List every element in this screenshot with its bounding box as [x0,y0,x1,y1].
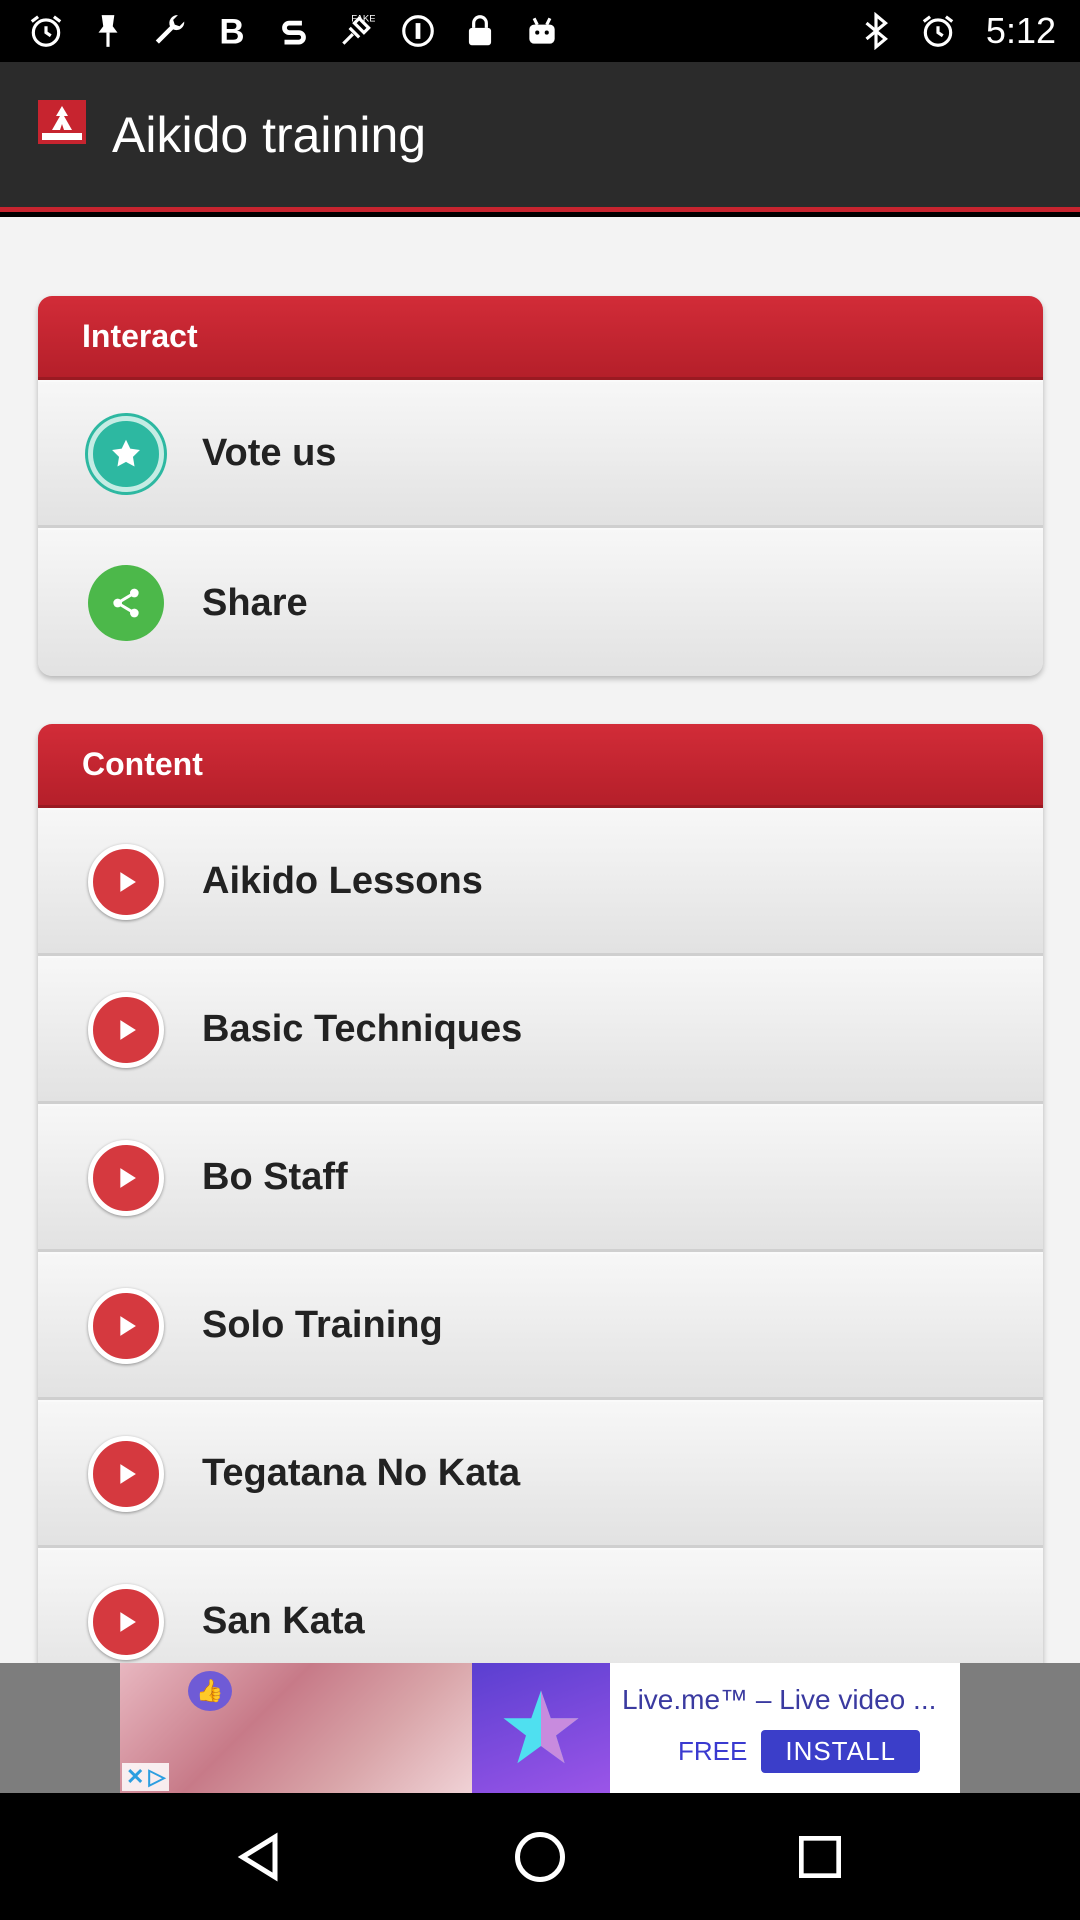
pin-icon [86,9,130,53]
list-item-bo-staff[interactable]: Bo Staff [38,1104,1043,1252]
list-item-label: Basic Techniques [202,1008,523,1050]
play-icon [88,843,164,920]
bold-icon: B [210,9,254,53]
list-item-label: Aikido Lessons [202,860,483,902]
status-bar: B FAKE 5:12 [0,0,1080,62]
alarm-icon [916,9,960,53]
list-item-aikido-lessons[interactable]: Aikido Lessons [38,808,1043,956]
status-time: 5:12 [985,10,1056,51]
ad-banner-bar: 👍 ✕ ▷ Live.me™ – Live video ... FREE INS… [0,1663,1080,1793]
recents-button[interactable] [775,1812,865,1902]
app-bar: Aikido training [0,62,1080,212]
share-label: Share [202,581,308,624]
list-item-label: Bo Staff [202,1156,348,1198]
main-content[interactable]: Interact Vote us Share Content Aikido Le… [0,217,1080,1663]
play-icon [88,1287,164,1364]
ad-close-controls[interactable]: ✕ ▷ [122,1763,170,1791]
bluetooth-icon [854,9,898,53]
thumbs-up-icon: 👍 [188,1671,232,1711]
content-header: Content [38,724,1043,808]
status-left-icons: B FAKE [24,9,564,53]
vote-us-label: Vote us [202,432,337,474]
wrench-icon [148,9,192,53]
list-item-basic-techniques[interactable]: Basic Techniques [38,956,1043,1104]
ad-photo[interactable]: 👍 ✕ ▷ [120,1663,472,1793]
home-button[interactable] [495,1812,585,1902]
list-item-solo-training[interactable]: Solo Training [38,1252,1043,1400]
list-item-label: Tegatana No Kata [202,1452,521,1494]
share-icon [88,565,164,641]
close-icon[interactable]: ✕ [126,1765,144,1789]
back-icon [237,1832,278,1881]
play-icon [88,1583,164,1660]
liveme-app-icon[interactable] [472,1663,610,1793]
home-icon [515,1831,565,1882]
list-item-san-kata[interactable]: San Kata [38,1548,1043,1663]
list-item-label: Solo Training [202,1304,443,1346]
content-card: Content Aikido Lessons Basic Techniques … [38,724,1043,1663]
star-icon [88,415,164,492]
play-icon [88,991,164,1068]
ad-text[interactable]: Live.me™ – Live video ... FREE INSTALL [610,1663,960,1793]
navigation-bar [0,1793,1080,1920]
alarm-icon [24,9,68,53]
play-icon [88,1139,164,1216]
lock-icon [458,9,502,53]
interact-header: Interact [38,296,1043,380]
ad-banner[interactable]: 👍 ✕ ▷ Live.me™ – Live video ... FREE INS… [120,1663,960,1793]
fake-gps-icon: FAKE [334,9,378,53]
back-button[interactable] [215,1812,305,1902]
svg-text:FAKE: FAKE [351,14,375,25]
vote-us-item[interactable]: Vote us [38,380,1043,528]
ad-title: Live.me™ – Live video ... [622,1683,937,1715]
status-right-icons: 5:12 [854,9,1056,53]
app-logo-icon [38,99,86,144]
recents-icon [799,1835,841,1878]
app-title: Aikido training [112,106,427,163]
android-icon [520,9,564,53]
install-button[interactable]: INSTALL [761,1729,920,1773]
interact-card: Interact Vote us Share [38,296,1043,676]
ad-choices-icon[interactable]: ▷ [148,1765,165,1789]
ad-free-label: FREE [678,1735,748,1766]
play-icon [88,1435,164,1512]
info-icon [396,9,440,53]
s-icon [272,9,316,53]
list-item-label: San Kata [202,1600,365,1642]
share-item[interactable]: Share [38,528,1043,676]
ad-cta: FREE INSTALL [678,1729,960,1773]
svg-text:B: B [219,13,244,50]
list-item-tegatana-no-kata[interactable]: Tegatana No Kata [38,1400,1043,1548]
